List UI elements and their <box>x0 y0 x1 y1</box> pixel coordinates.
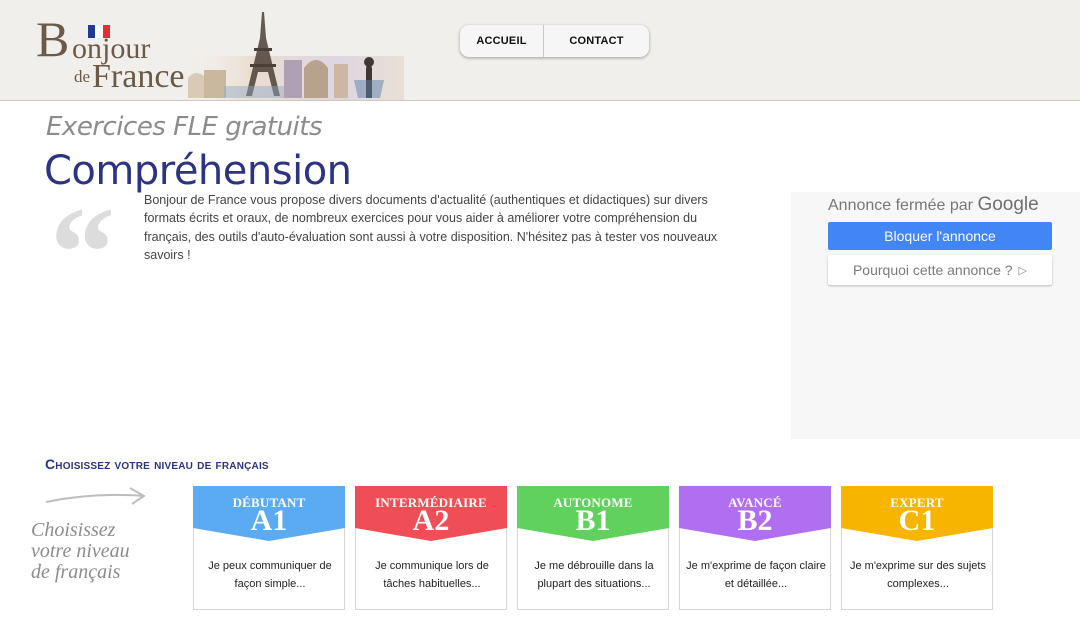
why-this-ad-button[interactable]: Pourquoi cette annonce ? ▷ <box>828 255 1052 285</box>
logo-letter-b: B <box>36 11 70 67</box>
intro-paragraph: Bonjour de France vous propose divers do… <box>144 193 718 263</box>
level-cards: DÉBUTANT A1 Je peux communiquer de façon… <box>193 486 995 610</box>
level-description-line-1: Je me débrouille dans la <box>534 560 654 572</box>
quote-mark-icon: “ <box>50 181 115 325</box>
level-code: C1 <box>898 504 936 537</box>
level-banner: DÉBUTANT A1 <box>193 486 345 541</box>
level-description-line-2: et détaillée... <box>724 578 788 590</box>
level-banner: AVANCÉ B2 <box>679 486 831 541</box>
french-flag-icon <box>88 25 110 38</box>
choose-level-side-text: Choisissez votre niveau de français <box>31 520 161 583</box>
play-triangle-icon: ▷ <box>1018 264 1028 277</box>
level-code: B2 <box>737 504 773 537</box>
ad-closed-by-text: Annonce fermée par <box>828 197 973 214</box>
main-navigation: ACCUEIL CONTACT <box>460 25 649 57</box>
level-banner: AUTONOME B1 <box>517 486 669 541</box>
why-this-ad-label: Pourquoi cette annonce ? <box>852 262 1013 278</box>
right-arrow-icon <box>45 487 146 505</box>
paris-skyline-illustration <box>184 12 404 100</box>
level-card-a1[interactable]: DÉBUTANT A1 Je peux communiquer de façon… <box>193 486 345 610</box>
level-description: Je peux communiquer de façon simple... <box>200 557 340 593</box>
level-description-line-2: façon simple... <box>234 578 306 590</box>
level-description: Je m'exprime de façon claire et détaillé… <box>686 557 826 593</box>
google-wordmark: Google <box>977 194 1039 215</box>
logo-france: France <box>92 58 185 95</box>
level-code: A1 <box>250 504 288 537</box>
level-code: B1 <box>575 504 611 537</box>
block-ad-button[interactable]: Bloquer l'annonce <box>828 222 1052 250</box>
side-text-line-1: Choisissez <box>31 519 116 541</box>
level-code: A2 <box>412 504 450 537</box>
level-description: Je m'exprime sur des sujets complexes... <box>848 557 988 593</box>
page-subtitle: Exercices FLE gratuits <box>46 112 323 142</box>
level-description-line-1: Je m'exprime de façon claire <box>686 560 826 572</box>
level-description-line-2: tâches habituelles... <box>383 578 481 590</box>
level-description: Je communique lors de tâches habituelles… <box>362 557 502 593</box>
ad-closed-label: Annonce fermée par Google <box>828 194 1039 216</box>
ad-closed-panel: Annonce fermée par Google Bloquer l'anno… <box>791 192 1080 439</box>
level-banner: EXPERT C1 <box>841 486 993 541</box>
nav-contact-button[interactable]: CONTACT <box>544 25 649 57</box>
level-banner: INTERMÉDIAIRE A2 <box>355 486 507 541</box>
level-card-b1[interactable]: AUTONOME B1 Je me débrouille dans la plu… <box>517 486 669 610</box>
level-section-heading: Choisissez votre niveau de français <box>45 456 269 472</box>
nav-accueil-button[interactable]: ACCUEIL <box>460 25 544 57</box>
level-card-c1[interactable]: EXPERT C1 Je m'exprime sur des sujets co… <box>841 486 993 610</box>
bonjour-de-france-logo[interactable]: B onjour de France <box>34 8 404 100</box>
site-header: B onjour de France ACCUEIL CONTACT <box>0 0 1080 101</box>
side-text-line-3: de français <box>31 561 121 583</box>
logo-de: de <box>74 67 91 86</box>
level-description: Je me débrouille dans la plupart des sit… <box>524 557 664 593</box>
level-description-line-1: Je communique lors de <box>375 560 489 572</box>
level-description-line-1: Je m'exprime sur des sujets <box>850 560 986 572</box>
level-description-line-1: Je peux communiquer de <box>208 560 332 572</box>
level-card-a2[interactable]: INTERMÉDIAIRE A2 Je communique lors de t… <box>355 486 507 610</box>
level-description-line-2: complexes... <box>887 578 949 590</box>
level-description-line-2: plupart des situations... <box>537 578 651 590</box>
level-card-b2[interactable]: AVANCÉ B2 Je m'exprime de façon claire e… <box>679 486 831 610</box>
side-text-line-2: votre niveau <box>31 540 130 562</box>
